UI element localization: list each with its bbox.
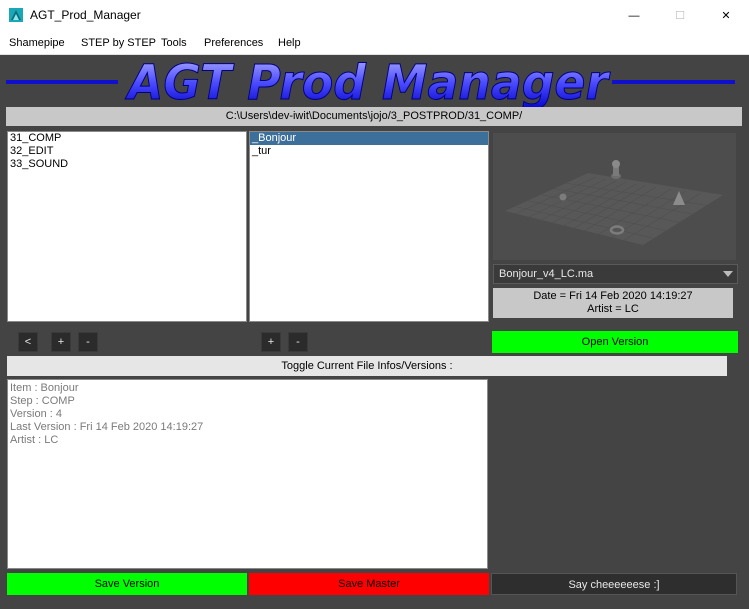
version-info: Date = Fri 14 Feb 2020 14:19:27 Artist =… [493, 288, 733, 318]
app-icon [9, 8, 23, 22]
list-item[interactable]: _tur [250, 145, 488, 158]
version-dropdown-value: Bonjour_v4_LC.ma [499, 268, 594, 280]
remove-item-button[interactable]: - [288, 332, 308, 352]
list-item-selected[interactable]: _Bonjour [250, 132, 488, 145]
back-button[interactable]: < [18, 332, 38, 352]
title-bar: AGT_Prod_Manager — ☐ ✕ [0, 0, 749, 31]
toggle-file-infos-button[interactable]: Toggle Current File Infos/Versions : [7, 356, 727, 376]
say-cheese-button[interactable]: Say cheeeeeese :] [491, 573, 737, 595]
menu-step-by-step[interactable]: STEP by STEP [81, 37, 156, 49]
menu-shamepipe[interactable]: Shamepipe [9, 37, 65, 49]
version-date: Date = Fri 14 Feb 2020 14:19:27 [533, 290, 693, 302]
open-version-button[interactable]: Open Version [492, 331, 738, 353]
main-panel: AGT Prod Manager C:\Users\dev-iwit\Docum… [0, 55, 749, 609]
detail-artist: Artist : LC [10, 434, 59, 446]
menu-bar: Shamepipe STEP by STEP Tools Preferences… [0, 31, 749, 55]
save-version-button[interactable]: Save Version [7, 573, 247, 595]
save-master-button[interactable]: Save Master [249, 573, 489, 595]
detail-step: Step : COMP [10, 395, 75, 407]
window-title: AGT_Prod_Manager [30, 8, 141, 22]
add-item-button[interactable]: + [261, 332, 281, 352]
file-details-panel: Item : Bonjour Step : COMP Version : 4 L… [7, 379, 488, 569]
menu-tools[interactable]: Tools [161, 37, 187, 49]
banner-title: AGT Prod Manager [124, 55, 611, 107]
version-artist: Artist = LC [587, 303, 639, 315]
banner-logo: AGT Prod Manager [6, 55, 735, 107]
current-path: C:\Users\dev-iwit\Documents\jojo/3_POSTP… [6, 107, 742, 126]
scene-preview-thumbnail [493, 133, 736, 260]
version-dropdown[interactable]: Bonjour_v4_LC.ma [493, 264, 738, 284]
list-item[interactable]: 31_COMP [8, 132, 246, 145]
chevron-down-icon[interactable] [719, 265, 737, 283]
detail-last-version: Last Version : Fri 14 Feb 2020 14:19:27 [10, 421, 204, 433]
detail-item: Item : Bonjour [10, 382, 79, 394]
remove-step-button[interactable]: - [78, 332, 98, 352]
list-item[interactable]: 33_SOUND [8, 158, 246, 171]
add-step-button[interactable]: + [51, 332, 71, 352]
close-button[interactable]: ✕ [703, 0, 749, 31]
maximize-button[interactable]: ☐ [657, 0, 703, 31]
list-item[interactable]: 32_EDIT [8, 145, 246, 158]
steps-list[interactable]: 31_COMP 32_EDIT 33_SOUND [7, 131, 247, 322]
items-list[interactable]: _Bonjour _tur [249, 131, 489, 322]
detail-version: Version : 4 [10, 408, 62, 420]
minimize-button[interactable]: — [611, 0, 657, 31]
menu-preferences[interactable]: Preferences [204, 37, 263, 49]
menu-help[interactable]: Help [278, 37, 301, 49]
